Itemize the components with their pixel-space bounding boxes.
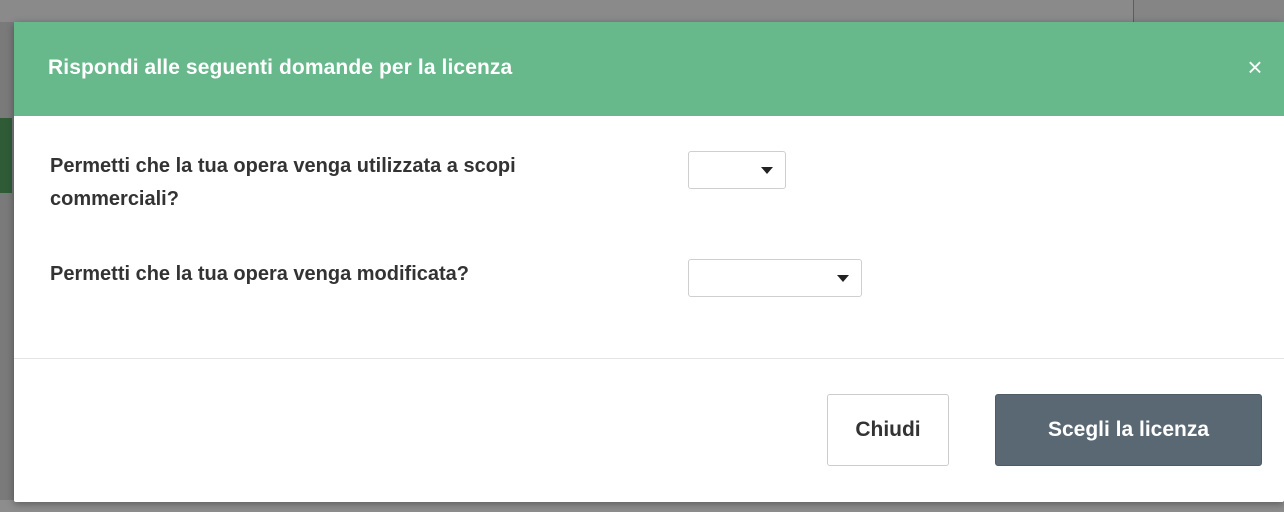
license-modal: Rispondi alle seguenti domande per la li… xyxy=(14,22,1284,502)
choose-license-button[interactable]: Scegli la licenza xyxy=(995,394,1262,466)
question-commercial-label: Permetti che la tua opera venga utilizza… xyxy=(50,155,516,210)
close-icon[interactable]: × xyxy=(1242,52,1268,84)
close-button[interactable]: Chiudi xyxy=(827,394,949,466)
commercial-use-select[interactable] xyxy=(688,151,786,189)
chevron-down-icon xyxy=(837,275,849,282)
modal-header: Rispondi alle seguenti domande per la li… xyxy=(14,22,1284,116)
background-page-tab xyxy=(0,118,12,193)
modal-title: Rispondi alle seguenti domande per la li… xyxy=(48,56,513,79)
background-page-text-strip xyxy=(0,0,1284,22)
chevron-down-icon xyxy=(761,167,773,174)
modification-select[interactable] xyxy=(688,259,862,297)
question-modification-label: Permetti che la tua opera venga modifica… xyxy=(50,263,470,285)
modal-footer-divider xyxy=(14,358,1284,359)
